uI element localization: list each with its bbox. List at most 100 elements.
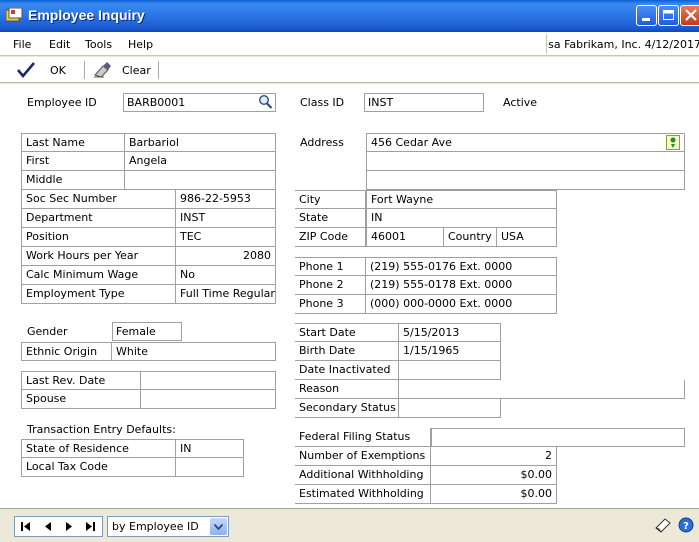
first-record-button[interactable] (15, 517, 37, 536)
employee-inquiry-form: Employee ID BARB0001 Last Name Barbariol… (0, 84, 699, 508)
phone-3-field[interactable]: (000) 000-0000 Ext. 0000 (366, 295, 557, 314)
reason-field[interactable] (399, 380, 685, 399)
last-record-icon (86, 522, 96, 531)
last-record-button[interactable] (80, 517, 102, 536)
calc-minimum-wage-field[interactable]: No (176, 266, 276, 285)
work-hours-label: Work Hours per Year (21, 247, 176, 266)
eraser-icon (94, 62, 111, 78)
note-icon[interactable] (655, 518, 672, 536)
additional-withholding-label: Additional Withholding (295, 466, 431, 485)
app-icon (6, 8, 23, 22)
svg-text:?: ? (683, 521, 689, 532)
phone-2-label: Phone 2 (295, 276, 366, 295)
additional-withholding-field[interactable]: $0.00 (431, 466, 557, 485)
minimize-button[interactable] (636, 5, 657, 26)
ethnic-origin-label: Ethnic Origin (21, 342, 112, 361)
start-date-field[interactable]: 5/15/2013 (399, 323, 501, 342)
last-rev-date-field[interactable] (141, 371, 276, 390)
employment-type-label: Employment Type (21, 285, 176, 304)
phone-1-field[interactable]: (219) 555-0176 Ext. 0000 (366, 257, 557, 276)
gender-label: Gender (27, 325, 68, 338)
transaction-entry-defaults-heading: Transaction Entry Defaults: (27, 423, 176, 436)
number-of-exemptions-field[interactable]: 2 (431, 447, 557, 466)
previous-record-button[interactable] (37, 517, 59, 536)
record-navigation (14, 516, 103, 537)
first-name-field[interactable]: Angela (125, 152, 276, 171)
help-icon[interactable]: ? (678, 517, 694, 536)
birth-date-field[interactable]: 1/15/1965 (399, 342, 501, 361)
phone-3-label: Phone 3 (295, 295, 366, 314)
last-name-field[interactable]: Barbariol (125, 133, 276, 152)
menu-edit[interactable]: Edit (49, 38, 70, 51)
work-hours-field[interactable]: 2080 (176, 247, 276, 266)
clear-label: Clear (122, 63, 151, 77)
spouse-field[interactable] (141, 390, 276, 409)
ok-label: OK (50, 63, 66, 77)
federal-filing-status-label: Federal Filing Status (295, 428, 431, 447)
state-field[interactable]: IN (366, 209, 557, 228)
spouse-label: Spouse (21, 390, 141, 409)
ethnic-origin-field[interactable]: White (112, 342, 276, 361)
chevron-down-icon[interactable] (210, 518, 227, 535)
window-title: Employee Inquiry (28, 7, 145, 23)
number-of-exemptions-label: Number of Exemptions (295, 447, 431, 466)
city-label: City (295, 190, 366, 209)
class-id-field[interactable]: INST (364, 93, 484, 112)
sort-by-dropdown[interactable]: by Employee ID (107, 516, 229, 537)
reason-label: Reason (295, 380, 399, 399)
employment-type-field[interactable]: Full Time Regular (176, 285, 276, 304)
clear-button[interactable]: Clear (92, 59, 151, 81)
toolbar-separator (158, 61, 159, 79)
estimated-withholding-field[interactable]: $0.00 (431, 485, 557, 504)
local-tax-code-label: Local Tax Code (21, 458, 176, 477)
employee-id-field[interactable]: BARB0001 (123, 93, 276, 112)
menu-file[interactable]: File (13, 38, 31, 51)
position-field[interactable]: TEC (176, 228, 276, 247)
position-label: Position (21, 228, 176, 247)
next-record-button[interactable] (59, 517, 81, 536)
gender-field[interactable]: Female (112, 322, 182, 341)
title-bar: Employee Inquiry (0, 0, 699, 32)
minimize-icon (642, 18, 650, 21)
menu-help[interactable]: Help (128, 38, 153, 51)
zip-code-field[interactable]: 46001 (366, 228, 444, 247)
secondary-status-field[interactable] (399, 399, 501, 418)
address-line-1-value: 456 Cedar Ave (371, 136, 452, 149)
birth-date-label: Birth Date (295, 342, 399, 361)
toolbar: OK Clear (0, 57, 699, 83)
federal-filing-status-field[interactable] (431, 428, 685, 447)
active-status: Active (503, 96, 538, 109)
address-line-3-field[interactable] (366, 171, 685, 190)
magnifier-icon[interactable] (258, 94, 273, 111)
menu-tools[interactable]: Tools (85, 38, 112, 51)
local-tax-code-field[interactable] (176, 458, 244, 477)
next-record-icon (66, 522, 73, 531)
department-field[interactable]: INST (176, 209, 276, 228)
start-date-label: Start Date (295, 323, 399, 342)
class-id-label: Class ID (300, 96, 345, 109)
calc-minimum-wage-label: Calc Minimum Wage (21, 266, 176, 285)
city-field[interactable]: Fort Wayne (366, 190, 557, 209)
address-pin-icon[interactable] (666, 135, 680, 151)
phone-2-field[interactable]: (219) 555-0178 Ext. 0000 (366, 276, 557, 295)
toolbar-separator (84, 61, 85, 79)
maximize-button[interactable] (658, 5, 679, 26)
maximize-icon (663, 10, 674, 20)
ssn-field[interactable]: 986-22-5953 (176, 190, 276, 209)
checkmark-icon (17, 62, 35, 79)
date-inactivated-label: Date Inactivated (295, 361, 399, 380)
user-company-date-status: sa Fabrikam, Inc. 4/12/2017 (548, 38, 699, 51)
country-label: Country (444, 228, 497, 247)
address-label: Address (300, 136, 344, 149)
close-button[interactable] (680, 5, 699, 26)
ok-button[interactable]: OK (16, 59, 66, 81)
first-name-label: First (21, 152, 125, 171)
date-inactivated-field[interactable] (399, 361, 501, 380)
middle-name-field[interactable] (125, 171, 276, 190)
address-line-2-field[interactable] (366, 152, 685, 171)
first-record-icon (20, 522, 30, 531)
country-field[interactable]: USA (497, 228, 557, 247)
menu-separator (546, 34, 547, 54)
address-line-1-field[interactable]: 456 Cedar Ave (366, 133, 685, 152)
state-of-residence-field[interactable]: IN (176, 439, 244, 458)
